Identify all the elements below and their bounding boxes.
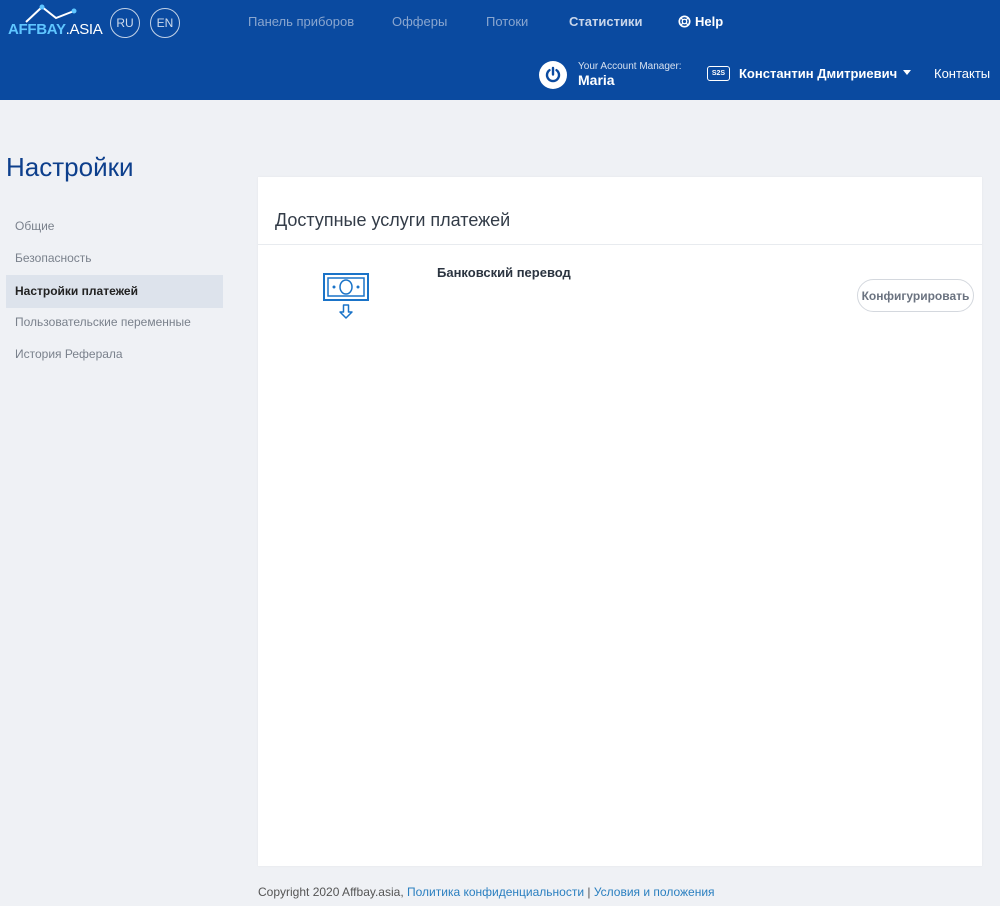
nav-statistics[interactable]: Статистики xyxy=(569,14,642,29)
nav-help[interactable]: Help xyxy=(678,14,723,29)
s2s-badge[interactable]: S2S xyxy=(707,66,730,81)
help-label: Help xyxy=(695,14,724,29)
lifebuoy-icon xyxy=(678,15,691,28)
power-icon xyxy=(539,61,567,89)
nav-streams[interactable]: Потоки xyxy=(486,14,528,29)
nav-offers[interactable]: Офферы xyxy=(392,14,447,29)
lang-en-button[interactable]: EN xyxy=(150,8,180,38)
lang-ru-button[interactable]: RU xyxy=(110,8,140,38)
card-title: Доступные услуги платежей xyxy=(275,210,511,230)
footer-separator: | xyxy=(584,885,594,899)
affbay-logo[interactable]: AFFBAY.ASIA xyxy=(8,4,103,40)
sidebar-item-general[interactable]: Общие xyxy=(6,210,223,243)
sidebar-item-custom-variables[interactable]: Пользовательские переменные xyxy=(6,306,223,339)
logo-suffix: .ASIA xyxy=(65,21,103,38)
account-manager-caption: Your Account Manager: xyxy=(578,61,682,72)
caret-down-icon xyxy=(902,70,911,75)
copyright-text: Copyright 2020 Affbay.asia, xyxy=(258,885,407,899)
sidebar-item-referral-history[interactable]: История Реферала xyxy=(6,338,223,371)
divider xyxy=(258,244,982,245)
user-name: Константин Дмитриевич xyxy=(739,66,898,81)
sidebar-item-payment-settings[interactable]: Настройки платежей xyxy=(6,275,223,308)
top-header: AFFBAY.ASIA RU EN Панель приборов Офферы… xyxy=(0,0,1000,100)
contacts-link[interactable]: Контакты xyxy=(934,66,990,81)
terms-link[interactable]: Условия и положения xyxy=(594,885,715,899)
configure-button[interactable]: Конфигурировать xyxy=(857,279,974,312)
footer: Copyright 2020 Affbay.asia, Политика кон… xyxy=(258,885,715,899)
bank-transfer-icon xyxy=(322,272,370,327)
privacy-policy-link[interactable]: Политика конфиденциальности xyxy=(407,885,584,899)
account-manager-name: Maria xyxy=(578,72,615,88)
payment-services-card: Доступные услуги платежей Банковский пер… xyxy=(258,177,982,866)
logo-text: AFFBAY.ASIA xyxy=(8,21,103,38)
nav-dashboard[interactable]: Панель приборов xyxy=(248,14,354,29)
page-title: Настройки xyxy=(6,152,134,182)
service-name-bank-transfer: Банковский перевод xyxy=(437,265,571,280)
logo-main: AFFBAY xyxy=(8,21,66,38)
user-menu-dropdown[interactable]: Константин Дмитриевич xyxy=(739,66,911,81)
sidebar-item-security[interactable]: Безопасность xyxy=(6,242,223,275)
